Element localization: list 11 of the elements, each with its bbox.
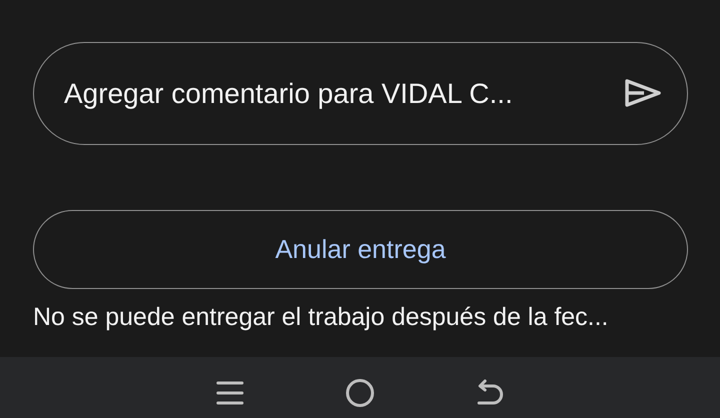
back-icon <box>476 378 504 406</box>
menu-button[interactable] <box>216 380 244 406</box>
back-button[interactable] <box>476 378 504 406</box>
menu-icon <box>216 380 244 406</box>
home-icon <box>344 378 375 408</box>
send-button[interactable] <box>624 78 662 108</box>
deadline-note: No se puede entregar el trabajo después de la fec... <box>33 303 608 332</box>
comment-field[interactable]: Agregar comentario para VIDAL C... <box>33 42 688 145</box>
send-icon <box>624 78 662 108</box>
home-button[interactable] <box>344 378 375 408</box>
unsubmit-button[interactable]: Anular entrega <box>33 210 688 289</box>
